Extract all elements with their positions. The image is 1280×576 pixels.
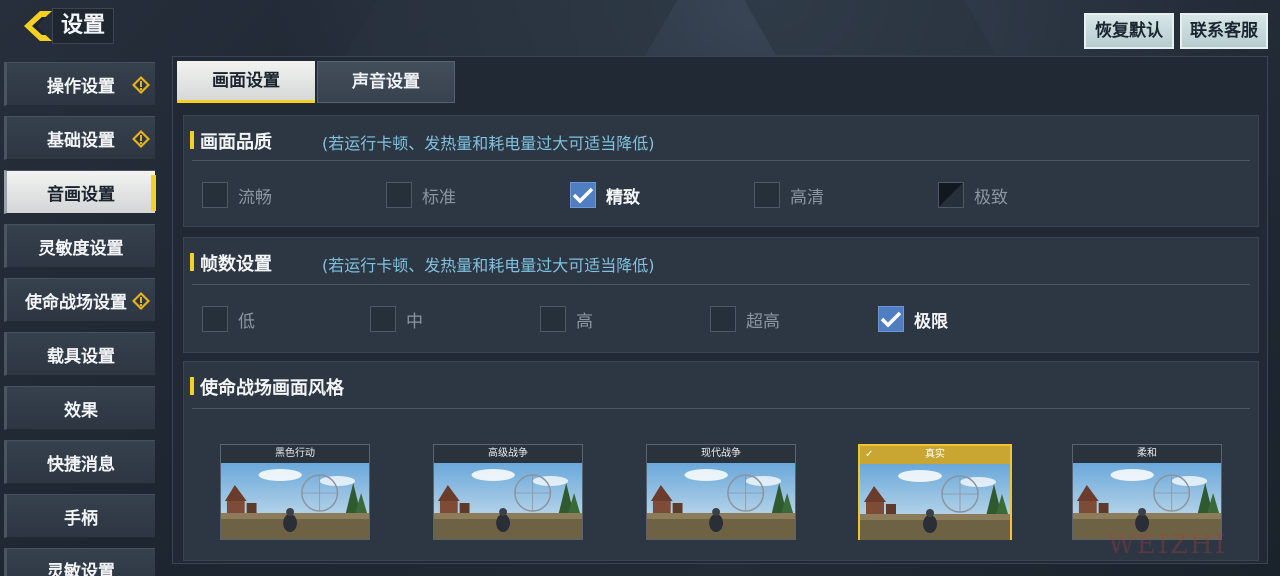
sidebar-item-label: 音画设置 — [47, 184, 115, 205]
checkbox[interactable] — [202, 182, 228, 208]
style-preview-image — [221, 463, 369, 539]
style-preview-image — [647, 463, 795, 539]
checkbox[interactable] — [540, 306, 566, 332]
style-preview-image — [1073, 463, 1221, 539]
tab-sound[interactable]: 声音设置 — [317, 61, 455, 103]
section-title: 画面品质 — [190, 128, 272, 154]
contact-service-button[interactable]: 联系客服 — [1180, 13, 1268, 49]
page-title: 设置 — [52, 8, 115, 44]
framerate-section: 帧数设置 (若运行卡顿、发热量和耗电量过大可适当降低) 低 中 高 超高 极限 — [183, 237, 1259, 353]
settings-panel: 画面设置 声音设置 画面品质 (若运行卡顿、发热量和耗电量过大可适当降低) 流畅… — [172, 56, 1268, 564]
sidebar-item-label: 灵敏度设置 — [38, 238, 124, 259]
style-section: 使命战场画面风格 黑色行动 高级战争 现代战争 ✓ 真实 柔和 — [183, 361, 1259, 561]
section-title: 帧数设置 — [190, 250, 272, 276]
framerate-option-max[interactable]: 极限 — [878, 306, 948, 332]
checkbox[interactable] — [710, 306, 736, 332]
quality-option-hd[interactable]: 高清 — [754, 182, 824, 208]
style-option-soft[interactable]: 柔和 — [1072, 444, 1222, 540]
style-option-realistic[interactable]: ✓ 真实 — [858, 444, 1012, 540]
sidebar-item-label: 手柄 — [64, 508, 98, 529]
warning-icon — [132, 76, 150, 94]
checkbox[interactable] — [754, 182, 780, 208]
sidebar-item-label: 操作设置 — [47, 76, 115, 97]
checkmark-icon: ✓ — [865, 449, 874, 460]
sidebar-item-quick-messages[interactable]: 快捷消息 — [4, 440, 155, 484]
sidebar: 操作设置 基础设置 音画设置 灵敏度设置 使命战场设置 载具设置 效果 快捷消息… — [4, 62, 156, 576]
quality-option-standard[interactable]: 标准 — [386, 182, 456, 208]
sidebar-item-more[interactable]: 灵敏设置 — [4, 548, 155, 576]
style-option-advanced-warfare[interactable]: 高级战争 — [433, 444, 583, 540]
framerate-option-very-high[interactable]: 超高 — [710, 306, 780, 332]
back-arrow-icon — [24, 11, 52, 41]
warning-icon — [132, 292, 150, 310]
checkbox-checked[interactable] — [878, 306, 904, 332]
sidebar-item-controls[interactable]: 操作设置 — [4, 62, 155, 106]
framerate-option-medium[interactable]: 中 — [370, 306, 423, 332]
divider — [192, 284, 1250, 285]
sidebar-item-sensitivity[interactable]: 灵敏度设置 — [4, 224, 155, 268]
sidebar-item-vehicle[interactable]: 载具设置 — [4, 332, 155, 376]
framerate-option-low[interactable]: 低 — [202, 306, 255, 332]
section-hint: (若运行卡顿、发热量和耗电量过大可适当降低) — [322, 134, 655, 153]
section-title: 使命战场画面风格 — [190, 374, 344, 400]
sidebar-item-basic[interactable]: 基础设置 — [4, 116, 155, 160]
sidebar-item-controller[interactable]: 手柄 — [4, 494, 155, 538]
tab-display[interactable]: 画面设置 — [177, 61, 315, 103]
sidebar-item-label: 快捷消息 — [47, 454, 115, 475]
sidebar-item-effects[interactable]: 效果 — [4, 386, 155, 430]
checkbox[interactable] — [386, 182, 412, 208]
sidebar-item-battlefield[interactable]: 使命战场设置 — [4, 278, 155, 322]
checkmark-icon — [880, 311, 902, 328]
sidebar-item-audio-video[interactable]: 音画设置 — [4, 170, 156, 214]
checkbox-disabled[interactable] — [938, 182, 964, 208]
style-option-modern-warfare[interactable]: 现代战争 — [646, 444, 796, 540]
quality-option-refined[interactable]: 精致 — [570, 182, 640, 208]
quality-option-smooth[interactable]: 流畅 — [202, 182, 272, 208]
back-button[interactable] — [22, 8, 54, 44]
checkmark-icon — [572, 187, 594, 204]
divider — [192, 408, 1250, 409]
style-option-black-ops[interactable]: 黑色行动 — [220, 444, 370, 540]
divider — [192, 160, 1250, 161]
warning-icon — [132, 130, 150, 148]
section-hint: (若运行卡顿、发热量和耗电量过大可适当降低) — [322, 256, 655, 275]
style-preview-image — [434, 463, 582, 539]
framerate-option-high[interactable]: 高 — [540, 306, 593, 332]
checkbox[interactable] — [202, 306, 228, 332]
quality-option-ultra[interactable]: 极致 — [938, 182, 1008, 208]
sidebar-item-label: 灵敏设置 — [47, 562, 115, 576]
sidebar-item-label: 基础设置 — [47, 130, 115, 151]
quality-section: 画面品质 (若运行卡顿、发热量和耗电量过大可适当降低) 流畅 标准 精致 高清 … — [183, 115, 1259, 227]
style-preview-image — [860, 464, 1010, 540]
sidebar-item-label: 使命战场设置 — [25, 292, 127, 313]
sidebar-item-label: 载具设置 — [47, 346, 115, 367]
checkbox[interactable] — [370, 306, 396, 332]
restore-default-button[interactable]: 恢复默认 — [1084, 13, 1174, 49]
watermark: WEIZHI — [1108, 530, 1227, 560]
sidebar-item-label: 效果 — [64, 400, 98, 421]
checkbox-checked[interactable] — [570, 182, 596, 208]
